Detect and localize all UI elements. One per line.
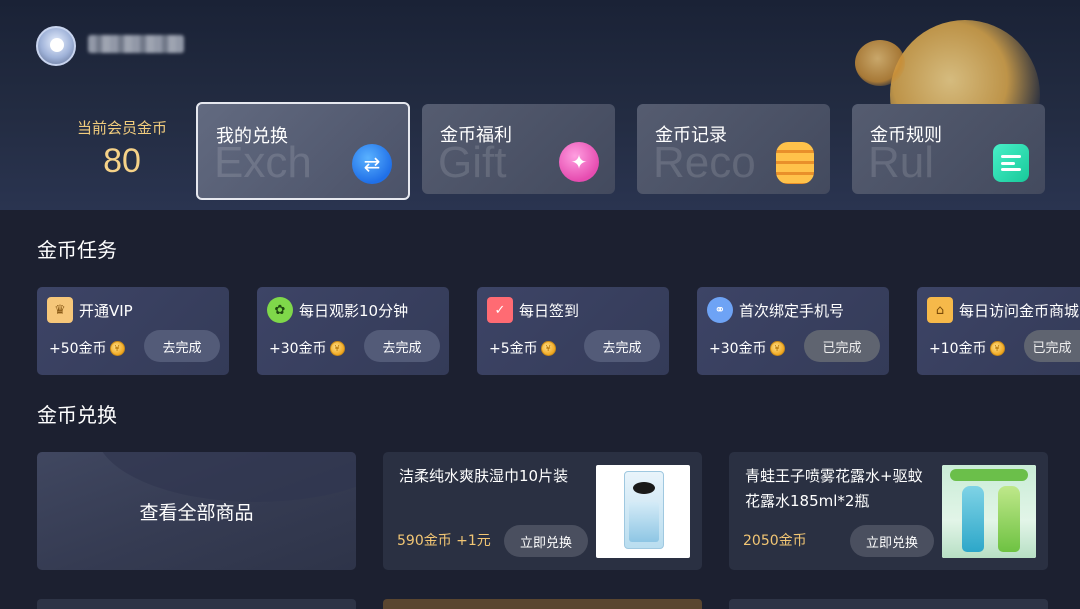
next-row-card[interactable] <box>383 599 702 609</box>
store-icon: ⌂ <box>927 297 953 323</box>
card-label: 我的兑换 <box>216 126 288 147</box>
task-action-button[interactable]: 去完成 <box>364 330 440 362</box>
coins-label: 当前会员金币 <box>76 119 167 137</box>
card-label: 金币规则 <box>870 125 942 146</box>
next-row-card[interactable] <box>729 599 1048 609</box>
task-action-button[interactable]: 去完成 <box>584 330 660 362</box>
redeem-button[interactable]: 立即兑换 <box>504 525 588 557</box>
coin-stack-icon <box>776 142 814 184</box>
task-reward: +50金币 ¥ <box>49 338 125 358</box>
product-price: 2050金币 <box>743 533 807 549</box>
exchange-section-title: 金币兑换 <box>37 403 117 427</box>
task-title: 每日访问金币商城 <box>959 302 1080 320</box>
task-action-button[interactable]: 去完成 <box>144 330 220 362</box>
next-row-card[interactable] <box>37 599 356 609</box>
link-icon: ⚭ <box>707 297 733 323</box>
view-all-products-card[interactable]: 查看全部商品 <box>37 452 356 570</box>
redeem-button[interactable]: 立即兑换 <box>850 525 934 557</box>
view-all-label: 查看全部商品 <box>139 501 254 524</box>
product-card-spray[interactable]: 青蛙王子喷雾花露水+驱蚊 花露水185ml*2瓶 2050金币 立即兑换 <box>729 452 1048 570</box>
spray-bottle-image <box>998 486 1020 552</box>
rules-document-icon <box>993 144 1029 182</box>
wipes-package-image <box>624 471 664 549</box>
film-reel-icon: ✿ <box>267 297 293 323</box>
task-title: 开通VIP <box>79 302 133 320</box>
calendar-check-icon: ✓ <box>487 297 513 323</box>
user-nickname-blurred <box>88 35 184 53</box>
task-reward: +30金币 ¥ <box>709 338 785 358</box>
task-card-visit-store[interactable]: ⌂ 每日访问金币商城 +10金币 ¥ 已完成 <box>917 287 1080 375</box>
card-label: 金币福利 <box>440 125 512 146</box>
task-reward: +10金币 ¥ <box>929 338 1005 358</box>
task-action-button[interactable]: 已完成 <box>1024 330 1080 362</box>
task-card-daily-checkin[interactable]: ✓ 每日签到 +5金币 ¥ 去完成 <box>477 287 669 375</box>
coins-balance: 80 <box>103 142 141 180</box>
coin-record-card[interactable]: Reco 金币记录 <box>637 104 830 194</box>
task-reward: +5金币 ¥ <box>489 338 556 358</box>
small-coin-decoration <box>855 40 905 86</box>
task-title: 每日签到 <box>519 302 580 320</box>
user-avatar[interactable] <box>36 26 76 66</box>
coin-icon: ¥ <box>989 340 1005 356</box>
task-card-bind-phone[interactable]: ⚭ 首次绑定手机号 +30金币 ¥ 已完成 <box>697 287 889 375</box>
my-exchange-card[interactable]: Exch 我的兑换 ⇄ <box>196 102 410 200</box>
gift-bag-icon: ✦ <box>559 142 599 182</box>
tasks-section-title: 金币任务 <box>37 238 117 262</box>
task-title: 首次绑定手机号 <box>739 302 845 320</box>
coin-icon: ¥ <box>769 340 785 356</box>
task-title: 每日观影10分钟 <box>299 302 409 320</box>
task-action-button[interactable]: 已完成 <box>804 330 880 362</box>
product-title: 青蛙王子喷雾花露水+驱蚊 花露水185ml*2瓶 <box>745 467 923 510</box>
coin-rules-card[interactable]: Rul 金币规则 <box>852 104 1045 194</box>
coin-icon: ¥ <box>329 340 345 356</box>
card-label: 金币记录 <box>655 125 727 146</box>
coin-icon: ¥ <box>540 340 556 356</box>
task-card-vip[interactable]: ♛ 开通VIP +50金币 ¥ 去完成 <box>37 287 229 375</box>
crown-icon: ♛ <box>47 297 73 323</box>
product-price: 590金币 +1元 <box>397 533 491 549</box>
product-image <box>596 465 690 558</box>
product-image <box>942 465 1036 558</box>
exchange-icon: ⇄ <box>352 144 392 184</box>
spray-bottle-image <box>962 486 984 552</box>
coin-welfare-card[interactable]: Gift 金币福利 ✦ <box>422 104 615 194</box>
product-title: 洁柔纯水爽肤湿巾10片装 <box>399 467 569 485</box>
coin-icon: ¥ <box>109 340 125 356</box>
task-card-watch-movie[interactable]: ✿ 每日观影10分钟 +30金币 ¥ 去完成 <box>257 287 449 375</box>
product-card-wipes[interactable]: 洁柔纯水爽肤湿巾10片装 590金币 +1元 立即兑换 <box>383 452 702 570</box>
task-reward: +30金币 ¥ <box>269 338 345 358</box>
